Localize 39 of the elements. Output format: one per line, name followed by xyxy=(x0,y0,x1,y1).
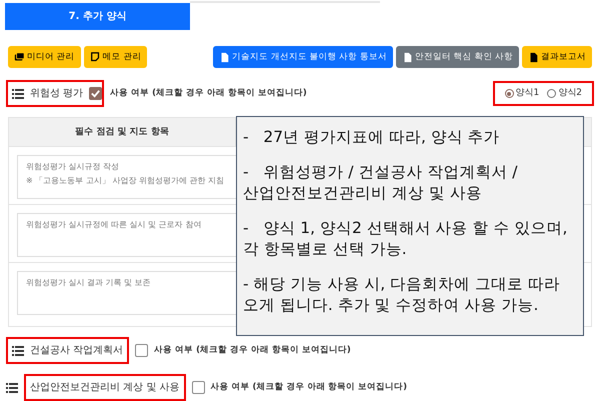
checkbox-label: 사용 여부 (체크할 경우 아래 항목이 보여집니다) xyxy=(110,87,307,100)
file-icon xyxy=(402,52,413,62)
toolbar-button[interactable]: 미디어 관리 xyxy=(8,46,81,68)
checkbox[interactable] xyxy=(192,381,205,394)
list-icon xyxy=(12,88,24,98)
note-text: - 위험성평가 / 건설공사 작업계획서 / xyxy=(243,162,519,183)
file-icon xyxy=(528,52,539,62)
note-text: - 해당 기능 사용 시, 다음회차에 그대로 따라 xyxy=(243,274,562,295)
section-title: 산업안전보건관리비 계상 및 사용 xyxy=(30,381,180,395)
toolbar-button[interactable]: 안전일터 핵심 확인 사항 xyxy=(396,46,519,68)
section-title: 건설공사 작업계획서 xyxy=(30,344,124,358)
toolbar-button[interactable]: 기술지도 개선지도 불이행 사항 통보서 xyxy=(213,46,393,68)
list-icon xyxy=(6,382,18,392)
radio-option[interactable]: 양식1 xyxy=(504,86,540,100)
radio-option[interactable]: 양식2 xyxy=(547,86,582,100)
placeholder-text: 위험성평가 실시규정에 따른 실시 및 근로자 참여 xyxy=(26,219,202,231)
checkbox[interactable] xyxy=(135,344,148,357)
placeholder-text: 위험성평가 실시 결과 기록 및 보존 xyxy=(26,277,152,289)
note-text: 산업안전보건관리비 계상 및 사용 xyxy=(243,183,483,204)
note-text: 각 항목별로 선택 가능. xyxy=(243,239,408,260)
toolbar-button[interactable]: 메모 관리 xyxy=(84,46,148,68)
checkbox-label: 사용 여부 (체크할 경우 아래 항목이 보여집니다) xyxy=(210,381,408,394)
text-area[interactable]: 위험성평가 실시 결과 기록 및 보존 xyxy=(17,271,237,315)
text-area[interactable]: 위험성평가 실시규정에 따른 실시 및 근로자 참여 xyxy=(17,213,237,257)
list-icon xyxy=(12,346,24,356)
checkbox[interactable] xyxy=(89,87,102,100)
checkbox-label: 사용 여부 (체크할 경우 아래 항목이 보여집니다) xyxy=(154,344,351,357)
placeholder-text: 위험성평가 실시규정 작성 xyxy=(26,161,120,173)
note-text: - 27년 평가지표에 따라, 양식 추가 xyxy=(243,127,501,148)
note-text: 오게 됩니다. 추가 및 수정하여 사용 가능. xyxy=(243,295,540,316)
toolbar-button[interactable]: 결과보고서 xyxy=(522,46,592,68)
note-icon xyxy=(90,52,101,62)
text-area[interactable]: 위험성평가 실시규정 작성 ※ 「고용노동부 고시」 사업장 위험성평가에 관한 지침 xyxy=(17,155,237,199)
section-title: 위험성 평가 xyxy=(30,87,84,101)
placeholder-text: ※ 「고용노동부 고시」 사업장 위험성평가에 관한 지침 xyxy=(26,175,225,187)
section-tab[interactable]: 7. 추가 양식 xyxy=(5,3,190,30)
image-icon xyxy=(14,52,25,62)
note-text: - 양식 1, 양식2 선택해서 사용 할 수 있으며, xyxy=(243,218,568,239)
file-icon xyxy=(219,52,230,62)
